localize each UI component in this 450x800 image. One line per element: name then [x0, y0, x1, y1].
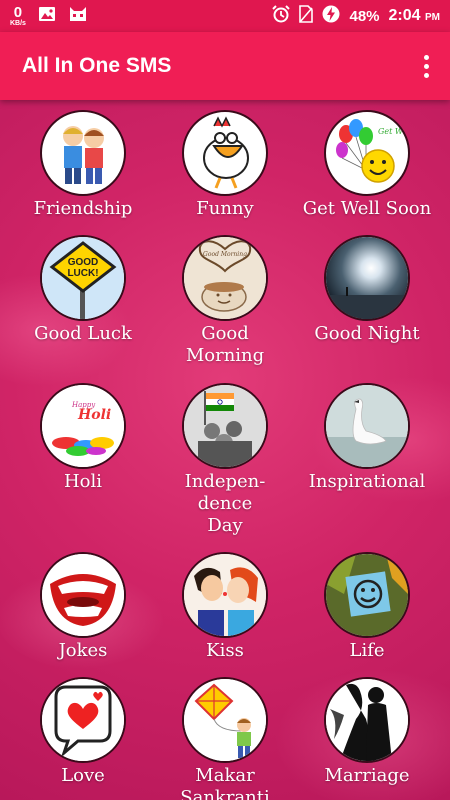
- svg-text:GOOD: GOOD: [68, 257, 99, 268]
- kissing-couple-icon: [182, 552, 268, 638]
- friendship-icon: [40, 110, 126, 196]
- app-bar: All In One SMS: [0, 32, 450, 100]
- status-bar: 0 KB/s 48% 2:04 PM: [0, 0, 450, 32]
- category-label: Life: [349, 640, 385, 661]
- alarm-icon: [272, 5, 291, 27]
- category-jokes[interactable]: Jokes: [8, 552, 158, 662]
- category-love[interactable]: Love: [8, 677, 158, 787]
- category-friendship[interactable]: Friendship: [8, 110, 158, 220]
- category-label: Good Morning: [185, 323, 265, 366]
- category-get-well-soon[interactable]: Get Well Get Well Soon: [292, 110, 442, 220]
- laughing-mouth-icon: [40, 552, 126, 638]
- category-label: Love: [61, 765, 105, 786]
- menu-dot-icon: [423, 54, 429, 60]
- holi-colors-icon: Happy Holi: [40, 383, 126, 469]
- clock-ampm: PM: [425, 12, 440, 23]
- swan-icon: [324, 383, 410, 469]
- category-marriage[interactable]: Marriage: [292, 677, 442, 787]
- india-flag-icon: [182, 383, 268, 469]
- kite-icon: [182, 677, 268, 763]
- good-luck-sign-icon: GOOD LUCK!: [40, 235, 126, 321]
- network-speed-unit: KB/s: [10, 20, 26, 27]
- category-independence-day[interactable]: Indepen-dence Day: [150, 383, 300, 537]
- network-speed: 0 KB/s: [10, 5, 26, 27]
- category-label: Holi: [63, 471, 103, 492]
- category-label: Get Well Soon: [302, 198, 432, 219]
- category-good-night[interactable]: Good Night: [292, 235, 442, 345]
- category-makar-sankranti[interactable]: Makar Sankranti: [150, 677, 300, 800]
- category-holi[interactable]: Happy Holi Holi: [8, 383, 158, 493]
- clock-time: 2:04: [388, 7, 421, 24]
- menu-dot-icon: [423, 63, 429, 69]
- overflow-menu-button[interactable]: [402, 42, 450, 90]
- moon-night-icon: [324, 235, 410, 321]
- category-label: Funny: [196, 198, 254, 219]
- category-label: Makar Sankranti: [180, 765, 270, 800]
- category-label: Inspirational: [308, 471, 426, 492]
- category-good-morning[interactable]: Good Morning Good Morning: [150, 235, 300, 367]
- svg-text:LUCK!: LUCK!: [67, 268, 98, 279]
- battery-charging-icon: [322, 5, 340, 27]
- category-good-luck[interactable]: GOOD LUCK! Good Luck: [8, 235, 158, 345]
- category-inspirational[interactable]: Inspirational: [292, 383, 442, 493]
- svg-text:Good Morning: Good Morning: [203, 251, 247, 258]
- category-label: Marriage: [324, 765, 410, 786]
- smiley-note-icon: [324, 552, 410, 638]
- category-label: Friendship: [33, 198, 133, 219]
- menu-dot-icon: [423, 72, 429, 78]
- category-kiss[interactable]: Kiss: [150, 552, 300, 662]
- category-label: Kiss: [206, 640, 244, 661]
- love-speech-bubble-icon: [40, 677, 126, 763]
- coffee-cup-icon: Good Morning: [182, 235, 268, 321]
- clock: 2:04 PM: [389, 7, 440, 25]
- category-label: Indepen-dence Day: [184, 471, 266, 536]
- battery-level: 48%: [349, 7, 380, 25]
- network-speed-value: 0: [13, 4, 23, 21]
- svg-text:Get Well: Get Well: [378, 127, 408, 136]
- funny-chicken-icon: [182, 110, 268, 196]
- category-label: Good Night: [314, 323, 420, 344]
- category-grid: Friendship Funny Get Well Get Well Soon …: [0, 100, 450, 800]
- cat-notification-icon: [68, 6, 88, 27]
- couple-silhouette-icon: [324, 677, 410, 763]
- category-label: Good Luck: [34, 323, 132, 344]
- balloons-smiley-icon: Get Well: [324, 110, 410, 196]
- category-label: Jokes: [58, 640, 108, 661]
- svg-text:Holi: Holi: [77, 407, 111, 423]
- image-notification-icon: [38, 6, 56, 27]
- category-funny[interactable]: Funny: [150, 110, 300, 220]
- category-life[interactable]: Life: [292, 552, 442, 662]
- no-sim-icon: [299, 5, 314, 27]
- app-title: All In One SMS: [22, 54, 172, 77]
